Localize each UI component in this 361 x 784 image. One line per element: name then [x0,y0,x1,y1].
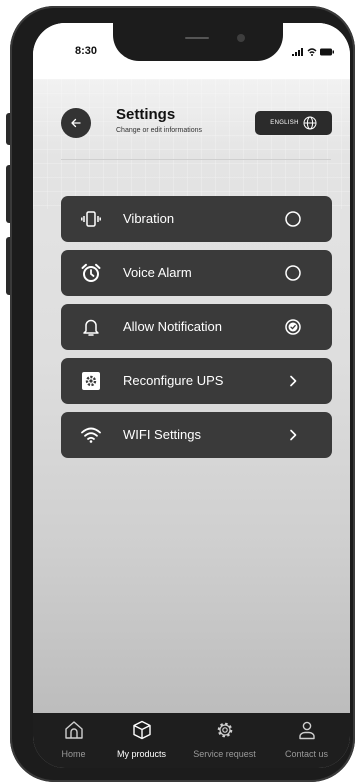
nav-item-home[interactable]: Home [36,719,111,759]
speaker-grille [185,37,209,39]
nav-label: Contact us [284,749,329,759]
menu-item-label: Allow Notification [123,319,222,334]
page-title: Settings [116,106,176,123]
cube-icon [104,719,179,741]
chevron-right-icon[interactable] [285,427,301,443]
settings-box-icon [81,371,101,391]
vibration-icon [81,209,101,229]
menu-item-vibration[interactable]: Vibration [61,196,332,242]
status-bar: 8:30 [33,23,350,79]
nav-item-my-products[interactable]: My products [104,719,179,759]
arrow-left-icon [71,118,81,128]
back-button[interactable] [61,108,91,138]
page-subtitle: Change or edit informations [116,127,202,134]
menu-item-allow-notification[interactable]: Allow Notification [61,304,332,350]
menu-item-voice-alarm[interactable]: Voice Alarm [61,250,332,296]
language-button[interactable]: ENGLISH [255,111,332,135]
menu-item-label: Vibration [123,211,175,226]
nav-item-service-request[interactable]: Service request [187,719,262,759]
phone-frame: 8:30 Settings Change or edit information… [10,6,355,782]
nav-label: My products [116,749,167,759]
radio-unchecked-icon[interactable] [285,211,301,227]
nav-label: Home [61,749,86,759]
person-icon [269,719,344,741]
bottom-navigation: Home My products Service request Contact… [33,713,350,768]
header-divider [61,159,331,160]
radio-unchecked-icon[interactable] [285,265,301,281]
menu-item-label: WIFI Settings [123,427,202,442]
signal-icon [292,48,303,56]
header-background-pattern [33,79,350,209]
menu-item-reconfigure-ups[interactable]: Reconfigure UPS [61,358,332,404]
wifi-icon [81,425,101,445]
chevron-right-icon[interactable] [285,373,301,389]
menu-item-label: Voice Alarm [123,265,192,280]
menu-item-label: Reconfigure UPS [123,373,224,388]
gear-icon [187,719,262,741]
nav-item-contact-us[interactable]: Contact us [269,719,344,759]
notch [113,23,283,61]
alarm-clock-icon [81,263,101,283]
bell-icon [81,317,101,337]
phone-screen: 8:30 Settings Change or edit information… [33,23,350,768]
nav-label: Service request [193,749,256,759]
front-camera [237,34,245,42]
globe-icon [303,116,317,130]
language-label: ENGLISH [270,120,299,126]
wifi-status-icon [307,48,317,56]
status-time: 8:30 [75,45,98,57]
home-icon [36,719,111,741]
status-icons [292,48,334,56]
menu-item-wifi-settings[interactable]: WIFI Settings [61,412,332,458]
radio-checked-icon[interactable] [285,319,301,335]
battery-icon [320,48,334,56]
